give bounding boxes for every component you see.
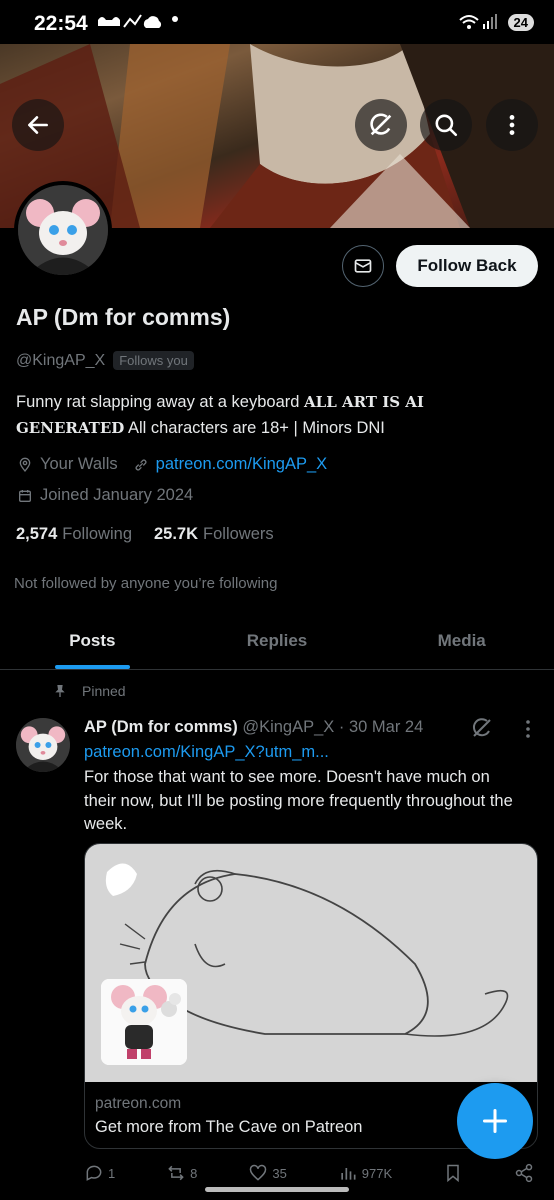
- reply-button[interactable]: 1: [84, 1163, 115, 1183]
- tab-media[interactable]: Media: [369, 612, 554, 669]
- pin-icon: [55, 685, 65, 697]
- repost-count: 8: [190, 1165, 198, 1181]
- notification-icons: [96, 12, 166, 37]
- bio-text-2: All characters are 18+ | Minors DNI: [124, 419, 385, 437]
- share-button[interactable]: [514, 1163, 534, 1183]
- follow-counts: 2,574 Following 25.7K Followers: [16, 525, 274, 544]
- back-arrow-icon: [28, 116, 48, 134]
- reply-icon: [86, 1165, 102, 1181]
- post-author-avatar[interactable]: [16, 718, 70, 772]
- notification-icons-glyphs: [98, 14, 162, 28]
- share-icon: [515, 1163, 533, 1183]
- more-vertical-icon: [509, 115, 515, 135]
- grok-icon: [472, 718, 491, 737]
- post-header: AP (Dm for comms) @KingAP_X · 30 Mar 24: [84, 718, 423, 737]
- back-button[interactable]: [12, 99, 64, 151]
- post-grok-button[interactable]: [470, 716, 494, 745]
- plus-icon: [482, 1108, 508, 1134]
- followers-count: 25.7K: [154, 525, 199, 543]
- reply-count: 1: [108, 1165, 116, 1181]
- post-link[interactable]: patreon.com/KingAP_X?utm_m...: [84, 743, 329, 762]
- profile-bio: Funny rat slapping away at a keyboard AL…: [16, 389, 536, 441]
- rat-chibi-illustration: [101, 979, 187, 1065]
- follow-back-button[interactable]: Follow Back: [396, 245, 538, 287]
- followers-label: Followers: [203, 525, 274, 543]
- like-icon: [250, 1164, 267, 1181]
- repost-button[interactable]: 8: [166, 1163, 197, 1183]
- status-bar: 22:54 24: [0, 0, 554, 44]
- views-count: 977K: [361, 1165, 393, 1181]
- grok-button[interactable]: [355, 99, 407, 151]
- battery-indicator: 24: [507, 13, 534, 31]
- calendar-icon: [16, 487, 34, 505]
- bookmark-button[interactable]: [443, 1163, 463, 1183]
- post-actions: 1 8 35 977K: [84, 1163, 534, 1183]
- following-link[interactable]: 2,574 Following: [16, 525, 132, 544]
- handle-row: @KingAP_X Follows you: [16, 351, 194, 370]
- post-text: For those that want to see more. Doesn't…: [84, 768, 513, 833]
- profile-tabs: Posts Replies Media: [0, 612, 554, 670]
- tab-posts[interactable]: Posts: [0, 612, 185, 669]
- following-label: Following: [62, 525, 132, 543]
- pinned-label: Pinned: [82, 683, 126, 699]
- display-name: AP (Dm for comms): [16, 304, 231, 330]
- profile-location: Your Walls: [40, 455, 118, 473]
- message-button[interactable]: [342, 245, 384, 287]
- tab-replies[interactable]: Replies: [185, 612, 370, 669]
- active-tab-indicator: [55, 665, 130, 669]
- repost-icon: [168, 1165, 184, 1181]
- more-vertical-icon: [526, 720, 530, 738]
- views-icon: [341, 1168, 356, 1180]
- followers-link[interactable]: 25.7K Followers: [154, 525, 274, 544]
- views-button[interactable]: 977K: [338, 1163, 392, 1183]
- compose-post-button[interactable]: [457, 1083, 533, 1159]
- rat-avatar-small-illustration: [16, 718, 70, 772]
- link-preview-domain: patreon.com: [95, 1095, 182, 1112]
- profile-handle: @KingAP_X: [16, 351, 106, 369]
- bookmark-icon: [447, 1164, 459, 1183]
- notification-dot: [172, 16, 178, 22]
- search-button[interactable]: [420, 99, 472, 151]
- pinned-label-row: Pinned: [52, 683, 126, 699]
- post-author-handle: @KingAP_X: [242, 718, 335, 736]
- post-more-button[interactable]: [520, 718, 536, 745]
- profile-avatar[interactable]: [14, 181, 112, 279]
- home-indicator[interactable]: [205, 1187, 349, 1192]
- link-icon: [132, 456, 150, 474]
- grok-icon: [370, 113, 392, 136]
- post-separator: ·: [338, 718, 345, 736]
- rat-avatar-illustration: [18, 185, 108, 275]
- like-count: 35: [272, 1165, 287, 1181]
- profile-joined-row: Joined January 2024: [16, 486, 193, 505]
- link-preview-image: [85, 844, 537, 1082]
- location-icon: [16, 456, 34, 474]
- profile-meta-row: Your Walls patreon.com/KingAP_X: [16, 455, 327, 474]
- mail-icon: [354, 259, 372, 273]
- follows-you-badge: Follows you: [113, 351, 194, 370]
- post-date[interactable]: 30 Mar 24: [349, 718, 423, 736]
- more-options-button[interactable]: [486, 99, 538, 151]
- search-icon: [435, 114, 458, 137]
- profile-joined: Joined January 2024: [40, 486, 194, 504]
- mutual-followers-text: Not followed by anyone you’re following: [14, 575, 278, 592]
- post-author-name[interactable]: AP (Dm for comms): [84, 718, 238, 736]
- following-count: 2,574: [16, 525, 58, 543]
- link-preview-title: Get more from The Cave on Patreon: [95, 1118, 363, 1136]
- patreon-avatar-thumbnail: [101, 979, 187, 1065]
- like-button[interactable]: 35: [248, 1163, 287, 1183]
- bio-text-1: Funny rat slapping away at a keyboard: [16, 393, 305, 411]
- status-time: 22:54: [34, 12, 88, 35]
- wifi-signal-icon: [458, 14, 497, 29]
- profile-website-link[interactable]: patreon.com/KingAP_X: [156, 455, 328, 474]
